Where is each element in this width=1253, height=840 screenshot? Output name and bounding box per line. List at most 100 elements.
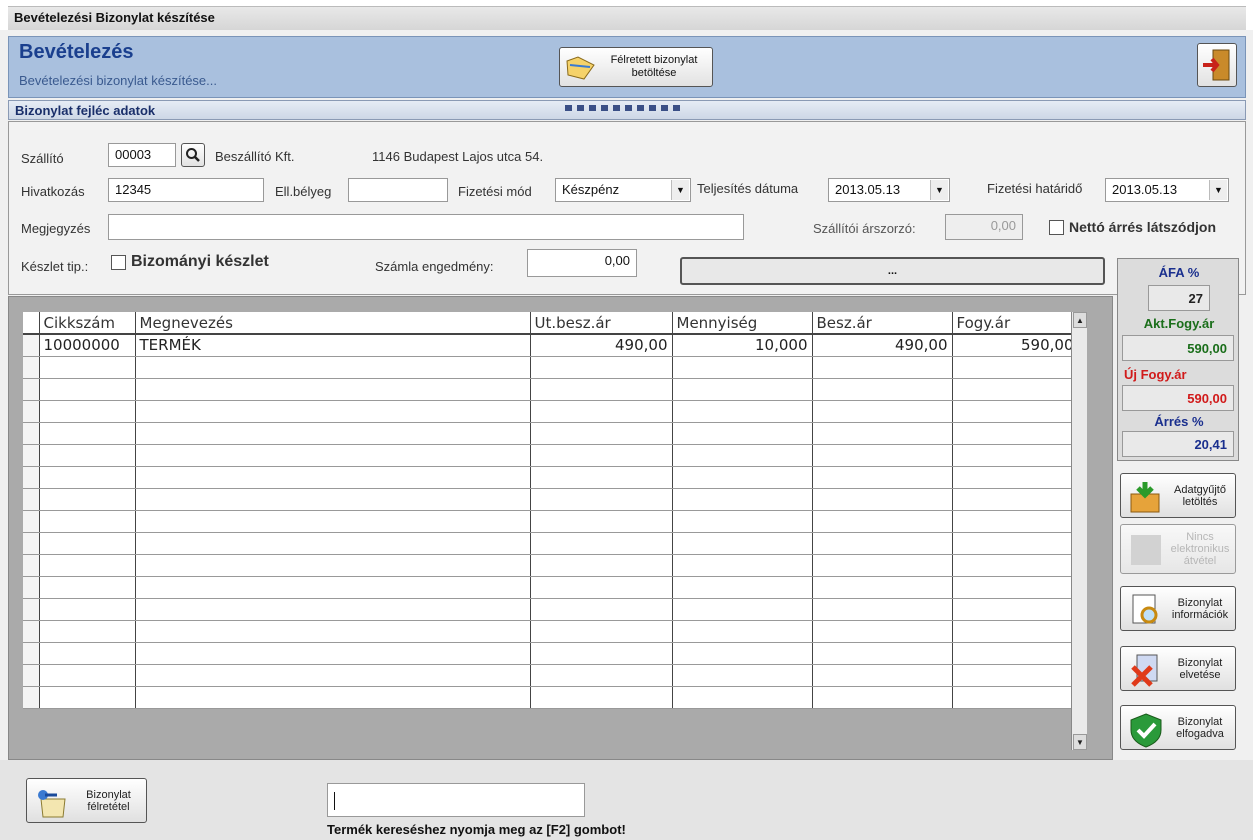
table-row[interactable]: [23, 686, 1079, 709]
table-cell[interactable]: 10000000: [39, 334, 136, 357]
table-cell[interactable]: [952, 686, 1079, 709]
table-cell[interactable]: [135, 510, 531, 533]
table-cell[interactable]: [952, 488, 1079, 511]
table-cell[interactable]: [812, 488, 953, 511]
table-row[interactable]: [23, 400, 1079, 423]
table-cell[interactable]: [135, 532, 531, 555]
table-cell[interactable]: [530, 554, 673, 577]
table-cell[interactable]: [39, 664, 136, 687]
table-cell[interactable]: [812, 422, 953, 445]
table-cell[interactable]: [530, 356, 673, 379]
table-cell[interactable]: [672, 356, 813, 379]
table-cell[interactable]: [952, 378, 1079, 401]
table-cell[interactable]: [135, 686, 531, 709]
table-cell[interactable]: [135, 400, 531, 423]
table-cell[interactable]: [672, 576, 813, 599]
table-cell[interactable]: [135, 466, 531, 489]
table-cell[interactable]: [135, 598, 531, 621]
table-cell[interactable]: [952, 532, 1079, 555]
table-cell[interactable]: [135, 642, 531, 665]
table-cell[interactable]: [530, 576, 673, 599]
table-cell[interactable]: [812, 576, 953, 599]
exit-button[interactable]: [1197, 43, 1237, 87]
table-cell[interactable]: [39, 400, 136, 423]
table-cell[interactable]: [135, 620, 531, 643]
table-row[interactable]: [23, 488, 1079, 511]
table-cell[interactable]: [672, 488, 813, 511]
table-cell[interactable]: [39, 466, 136, 489]
table-cell[interactable]: [672, 686, 813, 709]
table-cell[interactable]: [135, 488, 531, 511]
table-cell[interactable]: [812, 378, 953, 401]
payment-select[interactable]: Készpénz ▼: [555, 178, 691, 202]
table-cell[interactable]: [812, 532, 953, 555]
row-indicator[interactable]: [23, 444, 40, 467]
table-cell[interactable]: [530, 378, 673, 401]
table-cell[interactable]: TERMÉK: [135, 334, 531, 357]
table-cell[interactable]: [952, 598, 1079, 621]
column-header[interactable]: Megnevezés: [135, 312, 531, 335]
table-row[interactable]: [23, 422, 1079, 445]
row-indicator[interactable]: [23, 466, 40, 489]
table-cell[interactable]: [672, 510, 813, 533]
table-cell[interactable]: [952, 356, 1079, 379]
table-cell[interactable]: [530, 488, 673, 511]
table-cell[interactable]: [812, 686, 953, 709]
table-cell[interactable]: [812, 444, 953, 467]
table-cell[interactable]: [672, 554, 813, 577]
chevron-down-icon[interactable]: ▼: [1209, 180, 1227, 200]
table-cell[interactable]: [812, 510, 953, 533]
row-indicator[interactable]: [23, 576, 40, 599]
document-info-button[interactable]: Bizonylat információk: [1120, 586, 1236, 631]
deadline-date-picker[interactable]: 2013.05.13 ▼: [1105, 178, 1229, 202]
table-cell[interactable]: [672, 532, 813, 555]
table-cell[interactable]: [952, 554, 1079, 577]
table-cell[interactable]: [812, 664, 953, 687]
table-cell[interactable]: [530, 598, 673, 621]
table-cell[interactable]: [672, 400, 813, 423]
row-indicator[interactable]: [23, 488, 40, 511]
table-row[interactable]: [23, 466, 1079, 489]
row-indicator[interactable]: [23, 378, 40, 401]
supplier-code-field[interactable]: 00003: [108, 143, 176, 167]
row-indicator[interactable]: [23, 598, 40, 621]
supplier-search-button[interactable]: [181, 143, 205, 167]
table-cell[interactable]: [39, 444, 136, 467]
reference-field[interactable]: 12345: [108, 178, 264, 202]
scroll-down-icon[interactable]: ▼: [1073, 734, 1087, 750]
table-cell[interactable]: [39, 422, 136, 445]
table-row[interactable]: [23, 642, 1079, 665]
table-cell[interactable]: [530, 664, 673, 687]
table-cell[interactable]: [530, 400, 673, 423]
table-cell[interactable]: [135, 576, 531, 599]
table-cell[interactable]: [952, 620, 1079, 643]
discount-field[interactable]: 0,00: [527, 249, 637, 277]
row-indicator[interactable]: [23, 620, 40, 643]
stamp-field[interactable]: [348, 178, 448, 202]
table-cell[interactable]: [672, 466, 813, 489]
table-cell[interactable]: [952, 510, 1079, 533]
table-row[interactable]: 10000000 TERMÉK 490,00 10,000 490,00 590,00: [23, 334, 1079, 357]
net-margin-checkbox[interactable]: [1049, 220, 1064, 235]
table-row[interactable]: [23, 620, 1079, 643]
table-row[interactable]: [23, 378, 1079, 401]
table-cell[interactable]: [672, 598, 813, 621]
table-cell[interactable]: [812, 356, 953, 379]
table-row[interactable]: [23, 444, 1079, 467]
table-cell[interactable]: [812, 642, 953, 665]
table-cell[interactable]: [39, 576, 136, 599]
load-parked-button[interactable]: Félretett bizonylat betöltése: [559, 47, 713, 87]
chevron-down-icon[interactable]: ▼: [671, 180, 689, 200]
table-cell[interactable]: [530, 686, 673, 709]
table-cell[interactable]: [952, 422, 1079, 445]
table-cell[interactable]: 590,00: [952, 334, 1079, 357]
table-cell[interactable]: [952, 664, 1079, 687]
table-cell[interactable]: [135, 422, 531, 445]
table-cell[interactable]: [672, 378, 813, 401]
table-row[interactable]: [23, 532, 1079, 555]
row-indicator[interactable]: [23, 664, 40, 687]
table-row[interactable]: [23, 510, 1079, 533]
table-cell[interactable]: [812, 466, 953, 489]
table-cell[interactable]: [952, 400, 1079, 423]
table-cell[interactable]: 490,00: [530, 334, 673, 357]
